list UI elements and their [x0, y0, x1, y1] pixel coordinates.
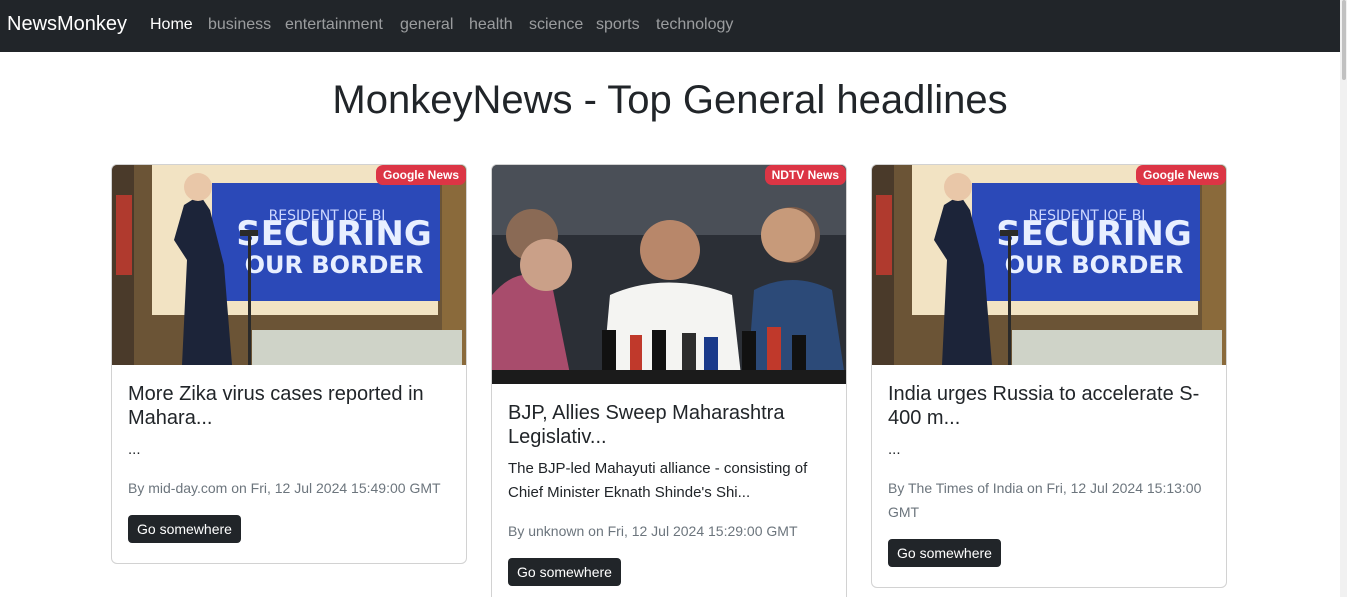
page-title: MonkeyNews - Top General headlines	[332, 78, 1008, 122]
card-meta: By unknown on Fri, 12 Jul 2024 15:29:00 …	[508, 523, 798, 539]
nav-link-science[interactable]: science	[529, 16, 583, 34]
nav-link-business[interactable]: business	[208, 16, 271, 34]
card-body: More Zika virus cases reported in Mahara…	[128, 382, 450, 543]
scrollbar-thumb[interactable]	[1342, 0, 1346, 80]
nav-link-home[interactable]: Home	[150, 16, 193, 34]
card-title: BJP, Allies Sweep Maharashtra Legislativ…	[508, 402, 785, 448]
source-badge: Google News	[1135, 165, 1226, 185]
card-description: The BJP-led Mahayuti alliance - consisti…	[508, 460, 808, 501]
navbar: NewsMonkey Home business entertainment g…	[0, 0, 1340, 52]
card-meta: By mid-day.com on Fri, 12 Jul 2024 15:49…	[128, 480, 441, 496]
card-body: BJP, Allies Sweep Maharashtra Legislativ…	[508, 401, 830, 586]
nav-link-entertainment[interactable]: entertainment	[285, 16, 383, 34]
go-somewhere-button[interactable]: Go somewhere	[508, 558, 621, 586]
image-caption-line-2: SECURING	[236, 214, 431, 254]
news-image: RESIDENT JOE BI SECURING OUR BORDER Goog…	[872, 165, 1226, 365]
image-caption-line-2: SECURING	[996, 214, 1191, 254]
news-card: NDTV News BJP, Allies Sweep Maharashtra …	[491, 164, 847, 597]
card-description: ...	[128, 441, 141, 458]
news-image: NDTV News	[492, 165, 846, 384]
news-card: RESIDENT JOE BI SECURING OUR BORDER Goog…	[871, 164, 1227, 588]
news-card: RESIDENT JOE BI SECURING OUR BORDER Goog…	[111, 164, 467, 564]
nav-link-health[interactable]: health	[469, 16, 513, 34]
image-caption-line-3: OUR BORDER	[1005, 251, 1184, 279]
card-title: More Zika virus cases reported in Mahara…	[128, 383, 424, 429]
go-somewhere-button[interactable]: Go somewhere	[128, 515, 241, 543]
card-title: India urges Russia to accelerate S-400 m…	[888, 383, 1200, 429]
nav-link-sports[interactable]: sports	[596, 16, 640, 34]
card-body: India urges Russia to accelerate S-400 m…	[888, 382, 1210, 567]
go-somewhere-button[interactable]: Go somewhere	[888, 539, 1001, 567]
source-badge: NDTV News	[764, 165, 846, 185]
navbar-brand[interactable]: NewsMonkey	[7, 13, 127, 36]
news-image: RESIDENT JOE BI SECURING OUR BORDER Goog…	[112, 165, 466, 365]
image-caption-line-3: OUR BORDER	[245, 251, 424, 279]
nav-link-general[interactable]: general	[400, 16, 453, 34]
card-description: ...	[888, 441, 901, 458]
card-meta: By The Times of India on Fri, 12 Jul 202…	[888, 480, 1202, 520]
scrollbar-track[interactable]	[1340, 0, 1347, 597]
nav-link-technology[interactable]: technology	[656, 16, 733, 34]
source-badge: Google News	[375, 165, 466, 185]
